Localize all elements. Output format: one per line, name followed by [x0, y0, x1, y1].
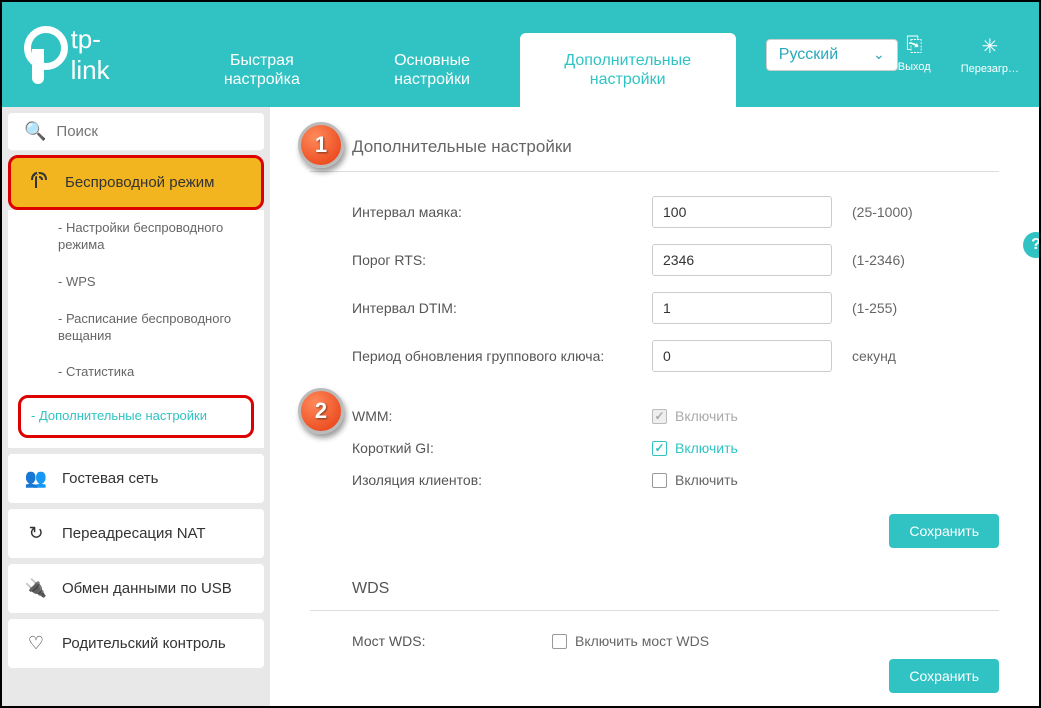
row-rts: Порог RTS: (1-2346): [310, 244, 999, 276]
annotation-badge-1: 1: [298, 122, 344, 168]
wds-bridge-label: Мост WDS:: [352, 633, 552, 649]
page-title: Дополнительные настройки: [310, 137, 999, 172]
reboot-label: Перезагр…: [961, 63, 1019, 75]
checkbox-icon: [652, 409, 667, 424]
wireless-submenu: - Настройки беспроводного режима - WPS -…: [8, 210, 264, 448]
rts-input[interactable]: [652, 244, 832, 276]
header-right: ⎘ Выход ✳ Перезагр…: [898, 34, 1019, 75]
tab-basic[interactable]: Основные настройки: [345, 33, 520, 107]
logo: tp-link: [22, 24, 129, 86]
sidebar-item-nat[interactable]: ↻ Переадресация NAT: [8, 509, 264, 558]
wmm-checkbox[interactable]: Включить: [652, 408, 738, 424]
dtim-label: Интервал DTIM:: [352, 300, 652, 316]
search-input[interactable]: [56, 123, 248, 140]
help-icon[interactable]: ?: [1023, 232, 1039, 258]
tplink-logo-icon: [22, 31, 63, 79]
sidebar-sub-wireless-settings[interactable]: - Настройки беспроводного режима: [8, 210, 264, 264]
sidebar-item-usb[interactable]: 🔌 Обмен данными по USB: [8, 564, 264, 613]
wds-bridge-text: Включить мост WDS: [575, 633, 709, 649]
rts-label: Порог RTS:: [352, 252, 652, 268]
wmm-label: WMM:: [352, 408, 652, 424]
guest-icon: 👥: [24, 468, 48, 489]
beacon-input[interactable]: [652, 196, 832, 228]
search-box[interactable]: 🔍: [8, 113, 264, 151]
checkbox-icon: [552, 634, 567, 649]
language-select[interactable]: Русский ⌄: [766, 39, 898, 71]
dtim-input[interactable]: [652, 292, 832, 324]
row-isolation: Изоляция клиентов: Включить: [310, 472, 999, 488]
annotation-badge-2: 2: [298, 388, 344, 434]
wds-bridge-checkbox[interactable]: Включить мост WDS: [552, 633, 709, 649]
language-selected: Русский: [779, 46, 838, 64]
reboot-icon: ✳: [981, 34, 998, 59]
sidebar: 🔍 Беспроводной режим - Настройки беспров…: [2, 107, 270, 706]
rts-note: (1-2346): [852, 252, 905, 268]
logout-icon: ⎘: [906, 34, 922, 57]
header: tp-link Быстрая настройка Основные настр…: [2, 2, 1039, 107]
row-beacon: Интервал маяка: (25-1000): [310, 196, 999, 228]
sidebar-sub-wps[interactable]: - WPS: [8, 264, 264, 301]
sidebar-sub-statistics[interactable]: - Статистика: [8, 354, 264, 391]
sidebar-item-wireless[interactable]: Беспроводной режим: [8, 155, 264, 210]
iso-checkbox[interactable]: Включить: [652, 472, 738, 488]
sgi-checkbox[interactable]: Включить: [652, 440, 738, 456]
search-icon: 🔍: [24, 121, 46, 142]
logout-button[interactable]: ⎘ Выход: [898, 34, 931, 75]
usb-icon: 🔌: [24, 578, 48, 599]
groupkey-note: секунд: [852, 348, 896, 364]
sidebar-item-guest[interactable]: 👥 Гостевая сеть: [8, 454, 264, 503]
sidebar-item-label: Обмен данными по USB: [62, 580, 232, 597]
sidebar-sub-advanced[interactable]: - Дополнительные настройки: [18, 395, 254, 438]
parental-icon: ♡: [24, 633, 48, 654]
sgi-text: Включить: [675, 440, 738, 456]
sgi-label: Короткий GI:: [352, 440, 652, 456]
groupkey-label: Период обновления группового ключа:: [352, 348, 652, 364]
sidebar-item-parental[interactable]: ♡ Родительский контроль: [8, 619, 264, 668]
beacon-label: Интервал маяка:: [352, 204, 652, 220]
iso-label: Изоляция клиентов:: [352, 472, 652, 488]
header-tabs: Быстрая настройка Основные настройки Доп…: [179, 2, 736, 107]
sidebar-item-label: Родительский контроль: [62, 635, 226, 652]
row-wds-bridge: Мост WDS: Включить мост WDS: [310, 633, 999, 649]
checkbox-icon: [652, 473, 667, 488]
main-content: Дополнительные настройки ? Интервал маяк…: [270, 107, 1039, 706]
tab-quick-setup[interactable]: Быстрая настройка: [179, 33, 344, 107]
row-dtim: Интервал DTIM: (1-255): [310, 292, 999, 324]
wmm-text: Включить: [675, 408, 738, 424]
groupkey-input[interactable]: [652, 340, 832, 372]
dtim-note: (1-255): [852, 300, 897, 316]
sidebar-item-label: Переадресация NAT: [62, 525, 206, 542]
nat-icon: ↻: [24, 523, 48, 544]
iso-text: Включить: [675, 472, 738, 488]
wds-section-title: WDS: [310, 568, 999, 611]
row-wmm: WMM: Включить: [310, 408, 999, 424]
row-groupkey: Период обновления группового ключа: секу…: [310, 340, 999, 372]
sidebar-item-label: Гостевая сеть: [62, 470, 158, 487]
save-button[interactable]: Сохранить: [889, 514, 999, 548]
tab-advanced[interactable]: Дополнительные настройки: [520, 33, 736, 107]
reboot-button[interactable]: ✳ Перезагр…: [961, 34, 1019, 75]
chevron-down-icon: ⌄: [873, 46, 885, 63]
checkbox-icon: [652, 441, 667, 456]
logo-text: tp-link: [71, 24, 130, 86]
sidebar-sub-schedule[interactable]: - Расписание беспроводного вещания: [8, 301, 264, 355]
sidebar-item-label: Беспроводной режим: [65, 174, 214, 191]
wifi-icon: [27, 172, 51, 193]
row-sgi: Короткий GI: Включить: [310, 440, 999, 456]
save-button-wds[interactable]: Сохранить: [889, 659, 999, 693]
beacon-note: (25-1000): [852, 204, 913, 220]
logout-label: Выход: [898, 61, 931, 73]
